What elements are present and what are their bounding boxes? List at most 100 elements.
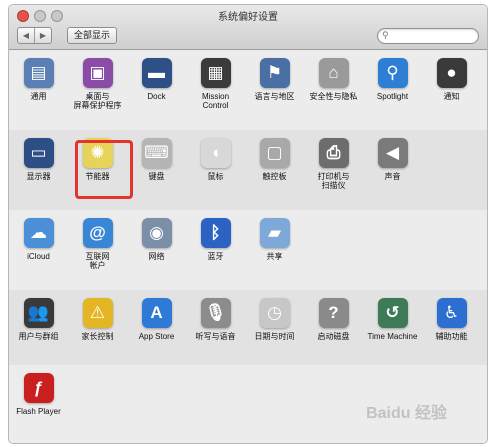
back-arrow-icon: ◀: [22, 31, 30, 40]
pane-mouse[interactable]: ◖ 鼠标: [186, 130, 245, 181]
pane-network[interactable]: ◉ 网络: [127, 210, 186, 261]
pane-label: 鼠标: [207, 172, 224, 181]
pane-label: Spotlight: [376, 92, 409, 101]
mouse-icon: ◖: [200, 138, 231, 168]
bluetooth-icon: ᛒ: [200, 218, 231, 248]
search-field[interactable]: ⚲: [377, 28, 479, 44]
pane-app-store[interactable]: A App Store: [127, 290, 186, 341]
pane-label: 安全性与隐私: [309, 92, 358, 101]
trackpad-icon: ▢: [259, 138, 290, 168]
forward-arrow-icon: ▶: [39, 31, 47, 40]
pane-row: ☁ iCloud @ 互联网 帐户 ◉ 网络 ᛒ 蓝牙 ▰ 共享: [9, 210, 487, 291]
pane-printers-scanners[interactable]: ⎙ 打印机与 扫描仪: [304, 130, 363, 190]
at-icon: @: [82, 218, 113, 248]
pane-desktop-screensaver[interactable]: ▣ 桌面与 屏幕保护程序: [68, 50, 127, 110]
pane-time-machine[interactable]: ↺ Time Machine: [363, 290, 422, 341]
notifications-icon: ●: [436, 58, 467, 88]
users-icon: 👥: [23, 298, 54, 328]
pane-notifications[interactable]: ● 通知: [422, 50, 481, 101]
globe-icon: ◉: [141, 218, 172, 248]
general-icon: ▤: [23, 58, 54, 88]
pane-label: App Store: [138, 332, 175, 341]
back-button[interactable]: ◀: [18, 28, 34, 43]
pane-label: 启动磁盘: [317, 332, 350, 341]
window-title: 系统偏好设置: [218, 12, 278, 23]
pane-label: 通用: [30, 92, 47, 101]
microphone-icon: 🎙: [200, 298, 231, 328]
pane-spotlight[interactable]: ⚲ Spotlight: [363, 50, 422, 101]
pane-label: 辅助功能: [435, 332, 468, 341]
folder-icon: ▰: [259, 218, 290, 248]
forward-button[interactable]: ▶: [34, 28, 51, 43]
pane-label: 通知: [443, 92, 460, 101]
pane-label: 声音: [384, 172, 401, 181]
pane-label: 共享: [266, 252, 283, 261]
watermark: Baidu 经验: [366, 405, 447, 422]
pane-flash-player[interactable]: ƒ Flash Player: [9, 365, 68, 416]
pane-accessibility[interactable]: ♿ 辅助功能: [422, 290, 481, 341]
pane-label: 蓝牙: [207, 252, 224, 261]
app-store-icon: A: [141, 298, 172, 328]
pane-label: 桌面与 屏幕保护程序: [73, 92, 122, 110]
pane-sound[interactable]: ◀ 声音: [363, 130, 422, 181]
pane-label: 家长控制: [81, 332, 114, 341]
pane-label: Mission Control: [201, 92, 230, 110]
pane-label: 键盘: [148, 172, 165, 181]
printer-icon: ⎙: [318, 138, 349, 168]
parental-icon: ⚠: [82, 298, 113, 328]
magnifier-icon: ⚲: [377, 58, 408, 88]
pane-date-time[interactable]: ◷ 日期与时间: [245, 290, 304, 341]
pane-general[interactable]: ▤ 通用: [9, 50, 68, 101]
energy-saver-highlight: [75, 140, 133, 199]
pane-label: 日期与时间: [254, 332, 295, 341]
flash-icon: ƒ: [23, 373, 54, 403]
house-lock-icon: ⌂: [318, 58, 349, 88]
pane-label: Flash Player: [16, 407, 61, 416]
pane-keyboard[interactable]: ⌨ 键盘: [127, 130, 186, 181]
back-forward-buttons: ◀ ▶: [17, 27, 52, 44]
pane-trackpad[interactable]: ▢ 触控板: [245, 130, 304, 181]
speaker-icon: ◀: [377, 138, 408, 168]
pane-language-region[interactable]: ⚑ 语言与地区: [245, 50, 304, 101]
system-preferences-window: 系统偏好设置 ◀ ▶ 全部显示 ⚲ ▤ 通用 ▣ 桌面与 屏幕保护程序 ▬ Dock ▦ Mi…: [8, 4, 488, 444]
pane-users-groups[interactable]: 👥 用户与群组: [9, 290, 68, 341]
dock-icon: ▬: [141, 58, 172, 88]
pane-bluetooth[interactable]: ᛒ 蓝牙: [186, 210, 245, 261]
pane-label: 语言与地区: [254, 92, 295, 101]
search-icon: ⚲: [382, 30, 389, 40]
cloud-icon: ☁: [23, 218, 54, 248]
pane-dock[interactable]: ▬ Dock: [127, 50, 186, 101]
pane-label: iCloud: [27, 252, 50, 261]
time-machine-icon: ↺: [377, 298, 408, 328]
pane-sharing[interactable]: ▰ 共享: [245, 210, 304, 261]
pane-parental-controls[interactable]: ⚠ 家长控制: [68, 290, 127, 341]
pane-label: 显示器: [26, 172, 51, 181]
search-input[interactable]: [392, 30, 472, 41]
pane-label: 用户与群组: [18, 332, 59, 341]
desktop-icon: ▣: [82, 58, 113, 88]
pane-internet-accounts[interactable]: @ 互联网 帐户: [68, 210, 127, 270]
flag-icon: ⚑: [259, 58, 290, 88]
pane-label: Time Machine: [367, 332, 418, 341]
disk-icon: ?: [318, 298, 349, 328]
pane-startup-disk[interactable]: ? 启动磁盘: [304, 290, 363, 341]
pane-dictation-speech[interactable]: 🎙 听写与语音: [186, 290, 245, 341]
pane-label: 打印机与 扫描仪: [317, 172, 350, 190]
pane-row: ▤ 通用 ▣ 桌面与 屏幕保护程序 ▬ Dock ▦ Mission Control ⚑ 语言与地…: [9, 50, 487, 131]
pane-label: Dock: [147, 92, 166, 101]
pane-label: 触控板: [262, 172, 287, 181]
display-icon: ▭: [23, 138, 54, 168]
pane-security-privacy[interactable]: ⌂ 安全性与隐私: [304, 50, 363, 101]
clock-icon: ◷: [259, 298, 290, 328]
pane-icloud[interactable]: ☁ iCloud: [9, 210, 68, 261]
pane-label: 网络: [148, 252, 165, 261]
pane-row: 👥 用户与群组 ⚠ 家长控制 A App Store 🎙 听写与语音 ◷ 日期与时间? 启动磁盘 ↺ T…: [9, 290, 487, 366]
pane-label: 听写与语音: [195, 332, 236, 341]
pane-displays[interactable]: ▭ 显示器: [9, 130, 68, 181]
keyboard-icon: ⌨: [141, 138, 172, 168]
mission-control-icon: ▦: [200, 58, 231, 88]
show-all-button[interactable]: 全部显示: [67, 27, 118, 44]
accessibility-icon: ♿: [436, 298, 467, 328]
pane-mission-control[interactable]: ▦ Mission Control: [186, 50, 245, 110]
pane-label: 互联网 帐户: [85, 252, 110, 270]
